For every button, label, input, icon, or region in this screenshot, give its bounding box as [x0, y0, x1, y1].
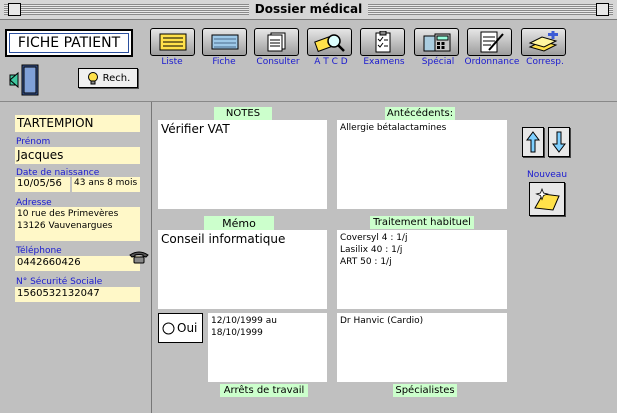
notes-textarea[interactable]: Vérifier VAT — [158, 120, 327, 209]
address-line-2: 13126 Vauvenargues — [17, 221, 113, 231]
work-stop-checkbox-label: Oui — [177, 321, 198, 335]
list-book-icon — [159, 33, 186, 51]
prescription-button[interactable] — [467, 28, 512, 56]
patient-sheet-label: FICHE PATIENT — [5, 29, 133, 57]
magnifier-icon — [313, 34, 345, 53]
exit-door-icon[interactable] — [8, 64, 40, 96]
treatment-textarea[interactable]: Coversyl 4 : 1/j Lasilix 40 : 1/j ART 50… — [337, 230, 507, 309]
exams-button[interactable] — [360, 28, 405, 56]
memo-textarea[interactable]: Conseil informatique — [158, 230, 327, 309]
card-label: Fiche — [212, 57, 236, 67]
phone-label: Téléphone — [16, 246, 62, 256]
scroll-down-button[interactable] — [548, 127, 570, 157]
birth-date-field[interactable]: 10/05/56 — [15, 177, 70, 192]
first-name-field[interactable]: Jacques — [15, 147, 140, 164]
stack-plus-icon — [528, 31, 558, 52]
lightbulb-icon — [87, 72, 98, 85]
treatment-line: Lasilix 40 : 1/j — [340, 245, 403, 255]
patient-name-field[interactable]: TARTEMPION — [15, 115, 140, 132]
work-stop-title: Arrêts de travail — [220, 384, 308, 397]
arrow-down-icon — [552, 131, 566, 153]
clipboard-icon — [375, 31, 390, 53]
treatment-title: Traitement habituel — [370, 216, 474, 229]
scroll-up-button[interactable] — [522, 127, 544, 157]
search-button[interactable]: Rech. — [78, 68, 138, 88]
title-bar[interactable]: Dossier médical — [0, 0, 617, 20]
specialists-textarea[interactable]: Dr Hanvic (Cardio) — [337, 313, 507, 382]
social-security-label: N° Sécurité Sociale — [16, 277, 103, 287]
exams-label: Examens — [363, 57, 405, 67]
arrow-up-icon — [526, 131, 540, 153]
notes-title: NOTES — [214, 107, 272, 120]
consult-button[interactable] — [254, 28, 299, 56]
calculator-icon — [423, 33, 450, 52]
correspondence-label: Corresp. — [526, 57, 564, 67]
treatment-line: Coversyl 4 : 1/j — [340, 233, 408, 243]
window-title: Dossier médical — [0, 2, 617, 16]
special-button[interactable] — [414, 28, 459, 56]
antecedents-textarea[interactable]: Allergie bétalactamines — [337, 120, 507, 209]
atcd-button[interactable] — [307, 28, 352, 56]
treatment-line: ART 50 : 1/j — [340, 257, 392, 267]
work-stop-textarea[interactable]: 12/10/1999 au 18/10/1999 — [208, 313, 327, 382]
radio-circle-icon — [162, 322, 175, 334]
list-button[interactable] — [150, 28, 195, 56]
age-field: 43 ans 8 mois — [72, 177, 140, 192]
documents-icon — [267, 32, 285, 52]
address-field[interactable]: 10 rue des Primevères 13126 Vauvenargues — [15, 207, 140, 241]
memo-title: Mémo — [204, 216, 274, 231]
special-label: Spécial — [421, 57, 455, 67]
search-button-label: Rech. — [102, 72, 131, 84]
telephone-icon[interactable] — [129, 250, 149, 264]
card-button[interactable] — [202, 28, 247, 56]
new-label: Nouveau — [527, 170, 568, 180]
new-button[interactable] — [529, 182, 565, 216]
antecedents-title: Antécédents: — [385, 107, 455, 120]
new-document-sparkle-icon — [534, 187, 560, 211]
prescription-icon — [480, 31, 504, 53]
card-icon — [211, 34, 238, 50]
correspondence-button[interactable] — [521, 28, 566, 56]
address-line-1: 10 rue des Primevères — [17, 209, 119, 219]
phone-field[interactable]: 0442660426 — [15, 256, 140, 271]
first-name-label: Prénom — [16, 137, 51, 147]
work-stop-checkbox[interactable]: Oui — [158, 313, 203, 343]
specialists-title: Spécialistes — [393, 384, 457, 397]
social-security-field[interactable]: 1560532132047 — [15, 287, 140, 302]
